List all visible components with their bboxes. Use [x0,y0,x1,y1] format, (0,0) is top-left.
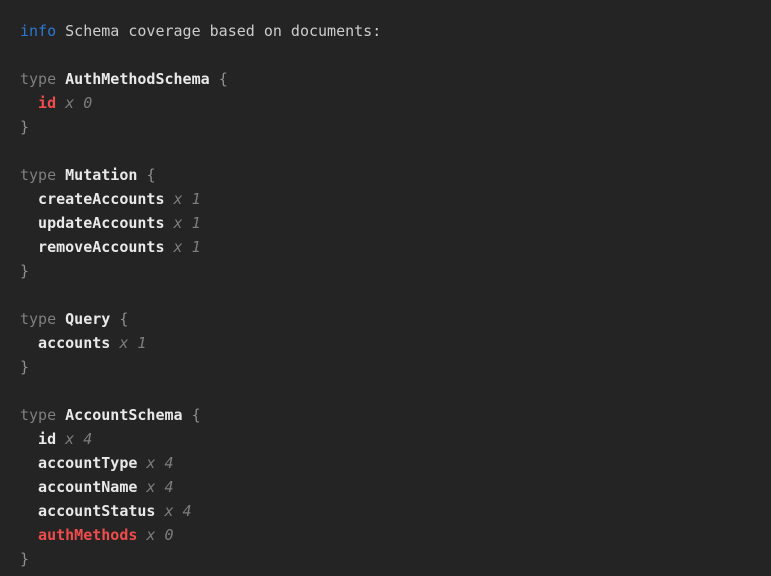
type-name: AuthMethodSchema [65,70,210,88]
blank-line [20,139,761,163]
field-line: accounts x 1 [20,331,761,355]
field-name: removeAccounts [38,238,164,256]
type-keyword: type [20,310,56,328]
field-name: id [38,94,56,112]
field-name: accountType [38,454,137,472]
field-line: accountStatus x 4 [20,499,761,523]
field-name: updateAccounts [38,214,164,232]
blank-line [20,379,761,403]
info-tag: info [20,22,56,40]
log-message: Schema coverage based on documents: [65,22,381,40]
field-line: id x 0 [20,91,761,115]
type-declaration-mutation: type Mutation { [20,163,761,187]
close-brace: } [20,118,29,136]
type-name: Query [65,310,110,328]
close-brace: } [20,262,29,280]
field-line: accountName x 4 [20,475,761,499]
open-brace: { [192,406,201,424]
terminal-output: info Schema coverage based on documents:… [0,0,771,576]
type-declaration-query: type Query { [20,307,761,331]
field-line: authMethods x 0 [20,523,761,547]
field-name: id [38,430,56,448]
blank-line [20,283,761,307]
field-usage-count: x 1 [174,190,201,208]
close-brace: } [20,550,29,568]
field-line: removeAccounts x 1 [20,235,761,259]
field-name: accounts [38,334,110,352]
field-usage-count: x 4 [146,478,173,496]
field-usage-count: x 1 [174,238,201,256]
type-keyword: type [20,70,56,88]
field-name: accountStatus [38,502,155,520]
field-usage-count: x 0 [146,526,173,544]
close-brace-line: } [20,547,761,571]
field-name: accountName [38,478,137,496]
close-brace-line: } [20,355,761,379]
field-name: authMethods [38,526,137,544]
field-line: accountType x 4 [20,451,761,475]
close-brace-line: } [20,259,761,283]
type-declaration-accountschema: type AccountSchema { [20,403,761,427]
type-keyword: type [20,166,56,184]
field-usage-count: x 4 [65,430,92,448]
type-name: AccountSchema [65,406,182,424]
field-usage-count: x 0 [65,94,92,112]
field-name: createAccounts [38,190,164,208]
field-line: id x 4 [20,427,761,451]
close-brace-line: } [20,115,761,139]
type-name: Mutation [65,166,137,184]
close-brace: } [20,358,29,376]
log-line-info: info Schema coverage based on documents: [20,19,761,43]
open-brace: { [219,70,228,88]
type-declaration-authmethodschema: type AuthMethodSchema { [20,67,761,91]
open-brace: { [146,166,155,184]
field-usage-count: x 4 [164,502,191,520]
field-usage-count: x 4 [146,454,173,472]
open-brace: { [119,310,128,328]
field-usage-count: x 1 [119,334,146,352]
type-keyword: type [20,406,56,424]
blank-line [20,43,761,67]
field-line: updateAccounts x 1 [20,211,761,235]
field-line: createAccounts x 1 [20,187,761,211]
field-usage-count: x 1 [174,214,201,232]
